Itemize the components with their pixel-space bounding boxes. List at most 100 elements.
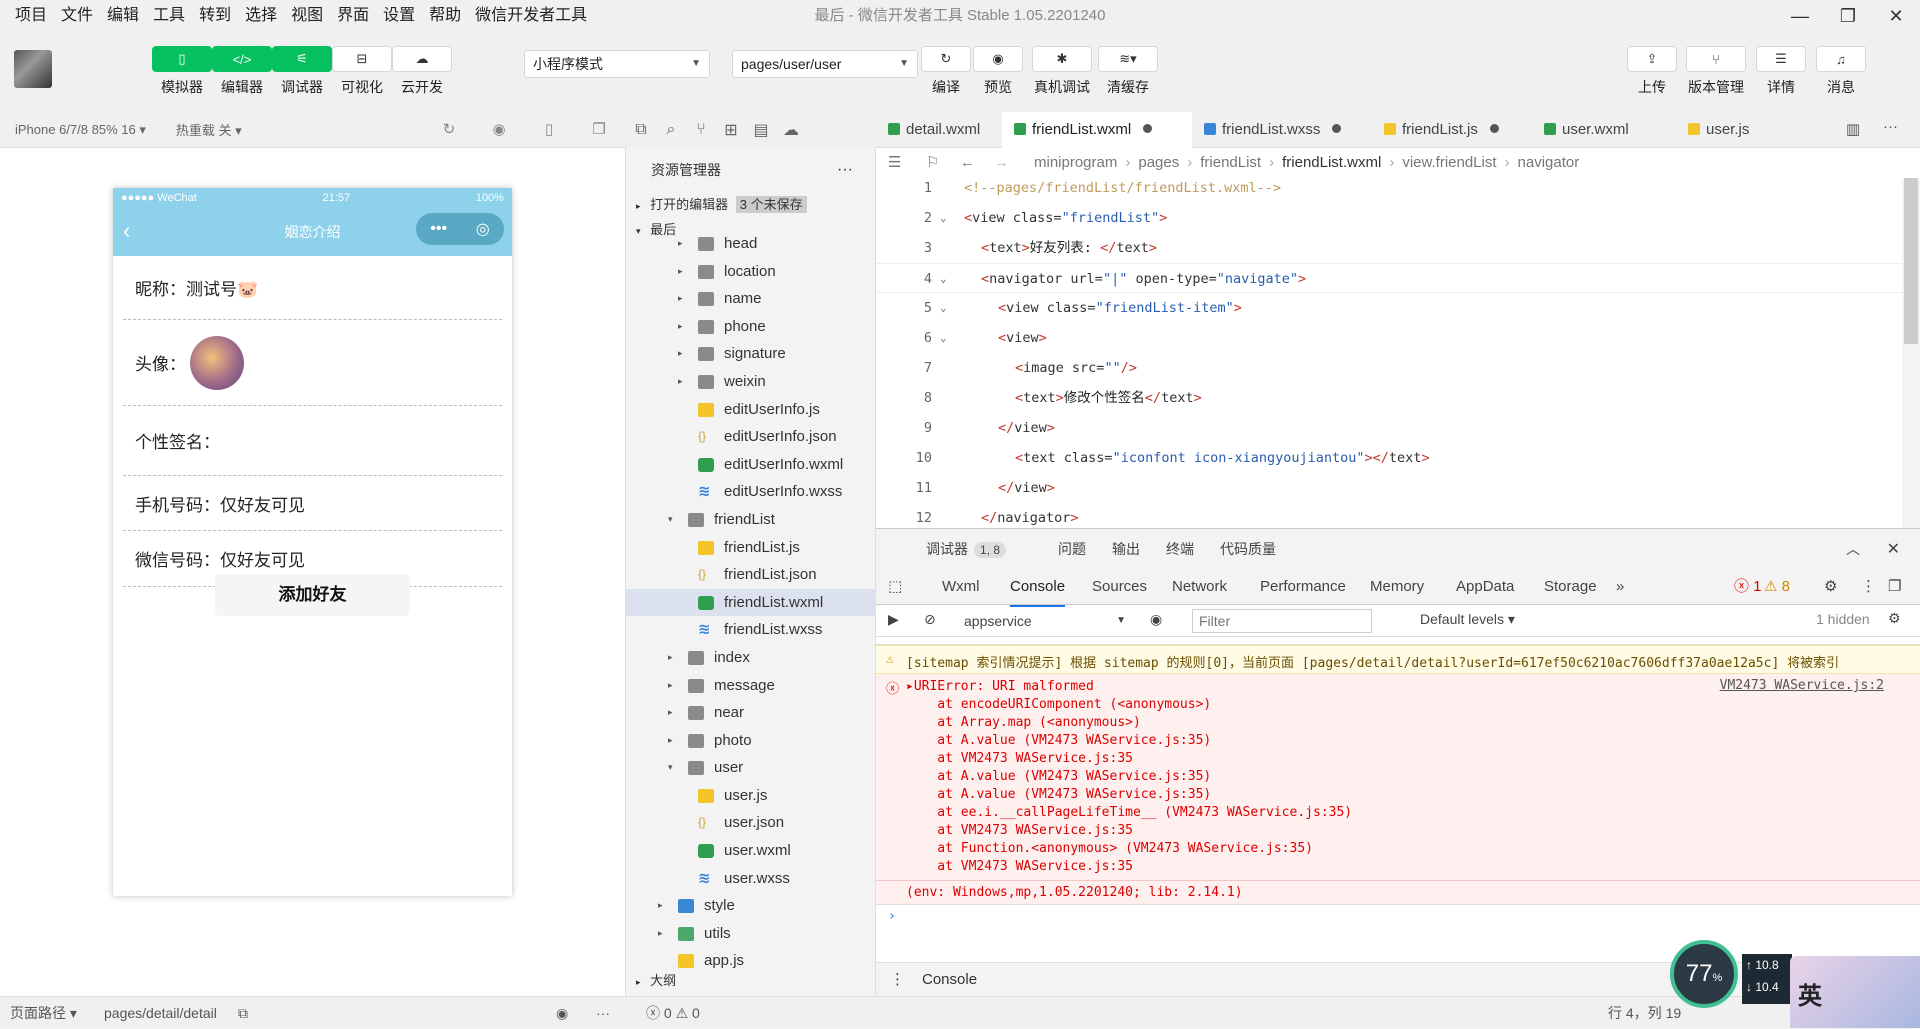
fold-chevron-icon[interactable]: ⌄ xyxy=(940,323,947,353)
device-icon[interactable]: ▯ xyxy=(540,121,558,139)
code-line[interactable]: 6 ⌄ <view> xyxy=(876,323,1906,353)
profile-row[interactable]: 昵称：测试号🐷 xyxy=(123,256,502,320)
stack-frame[interactable]: at Array.map (<anonymous>) xyxy=(906,714,1880,732)
outline-section[interactable]: ▸ 大纲 xyxy=(626,968,875,993)
toolbar-button-branch[interactable]: ⑂ 版本管理 xyxy=(1686,46,1746,97)
toolbar-button-cloud[interactable]: ☁ 云开发 xyxy=(392,46,452,97)
toolbar-button-menu[interactable]: ☰ 详情 xyxy=(1756,46,1806,97)
code-line[interactable]: 12 </navigator> xyxy=(876,503,1906,528)
panel-tab[interactable]: 代码质量 xyxy=(1220,541,1276,557)
close-window-icon[interactable]: ✕ xyxy=(1872,0,1920,32)
code-line[interactable]: 2 ⌄ <view class="friendList"> xyxy=(876,203,1906,233)
editor-tab[interactable]: friendList.js xyxy=(1372,112,1532,148)
devtools-tab-wxml[interactable]: Wxml xyxy=(942,569,980,605)
menu-item[interactable]: 编辑 xyxy=(100,0,146,32)
breadcrumb-item[interactable]: friendList xyxy=(1200,154,1261,171)
folder-item[interactable]: ▸ phone xyxy=(626,313,875,341)
stack-frame[interactable]: at VM2473 WAService.js:35 xyxy=(906,822,1880,840)
devtools-tab-appdata[interactable]: AppData xyxy=(1456,569,1514,605)
file-item[interactable]: ≋ editUserInfo.wxss xyxy=(626,478,875,506)
fold-chevron-icon[interactable]: ⌄ xyxy=(940,293,947,323)
capsule-menu[interactable]: ••• ◎ xyxy=(416,213,504,245)
profile-row[interactable]: 个性签名： xyxy=(123,406,502,476)
file-item[interactable]: ≋ friendList.wxss xyxy=(626,616,875,644)
profile-row[interactable]: 手机号码：仅好友可见 xyxy=(123,476,502,531)
menu-item[interactable]: 项目 xyxy=(8,0,54,32)
context-select[interactable]: appservice ▼ xyxy=(964,610,1132,632)
file-item[interactable]: {} editUserInfo.json xyxy=(626,423,875,451)
code-line[interactable]: 10 <text class="iconfont icon-xiangyoujia… xyxy=(876,443,1906,473)
menu-item[interactable]: 文件 xyxy=(54,0,100,32)
scroll-thumb[interactable] xyxy=(1904,178,1918,344)
rotate-icon[interactable]: ↻ xyxy=(440,121,458,139)
menu-item[interactable]: 工具 xyxy=(146,0,192,32)
file-item[interactable]: {} user.json xyxy=(626,809,875,837)
forward-arrow-icon[interactable]: → xyxy=(994,148,1009,178)
settings-icon[interactable]: ⚙ xyxy=(1824,569,1837,605)
stack-frame[interactable]: at VM2473 WAService.js:35 xyxy=(906,750,1880,768)
editor-tab[interactable]: friendList.wxss xyxy=(1192,112,1372,148)
inspect-icon[interactable]: ⬚ xyxy=(888,569,902,605)
breadcrumb-item[interactable]: view.friendList xyxy=(1402,154,1496,171)
folder-item[interactable]: ▸ signature xyxy=(626,340,875,368)
cursor-position[interactable]: 行 4，列 19 xyxy=(1608,997,1681,1029)
menu-item[interactable]: 视图 xyxy=(284,0,330,32)
warn-count[interactable]: ⚠ 8 xyxy=(1764,569,1790,605)
folder-item[interactable]: ▸ style xyxy=(626,892,875,920)
error-count[interactable]: ⓧ 1 xyxy=(1734,569,1762,605)
stack-frame[interactable]: at encodeURIComponent (<anonymous>) xyxy=(906,696,1880,714)
capsule-close-icon[interactable]: ◎ xyxy=(476,219,490,239)
stop-icon[interactable]: ◉ xyxy=(490,121,508,139)
search-icon[interactable]: ⌕ xyxy=(656,121,686,139)
folder-item[interactable]: ▾ friendList xyxy=(626,506,875,534)
folder-item[interactable]: ▸ head xyxy=(626,230,875,258)
folder-item[interactable]: ▾ user xyxy=(626,754,875,782)
user-avatar[interactable] xyxy=(14,50,52,88)
menu-item[interactable]: 微信开发者工具 xyxy=(468,0,594,32)
unsaved-dot-icon[interactable] xyxy=(1489,124,1499,133)
folder-item[interactable]: ▸ message xyxy=(626,672,875,700)
panel-tab[interactable]: 问题 xyxy=(1058,541,1086,557)
file-item[interactable]: friendList.wxml xyxy=(626,588,875,617)
files-icon[interactable]: ⧉ xyxy=(626,121,656,139)
folder-item[interactable]: ▸ location xyxy=(626,258,875,286)
folder-item[interactable]: ▸ near xyxy=(626,699,875,727)
page-path-select[interactable]: 页面路径 ▾ xyxy=(10,997,77,1029)
console-filter-input[interactable] xyxy=(1192,609,1372,633)
eye-icon[interactable]: ◉ xyxy=(556,997,568,1029)
devtools-tab-sources[interactable]: Sources xyxy=(1092,569,1147,605)
console-prompt[interactable]: › xyxy=(876,904,1920,928)
error-source-link[interactable]: VM2473 WAService.js:2 xyxy=(1720,678,1884,693)
window-icon[interactable]: ❐ xyxy=(590,121,608,139)
breadcrumb-item[interactable]: miniprogram xyxy=(1034,154,1117,171)
more-icon[interactable]: ··· xyxy=(596,997,610,1029)
folder-item[interactable]: ▸ weixin xyxy=(626,368,875,396)
toolbar-button-layers[interactable]: ≋▾ 清缓存 xyxy=(1098,46,1158,97)
folder-item[interactable]: ▸ name xyxy=(626,285,875,313)
file-item[interactable]: friendList.js xyxy=(626,534,875,562)
unsaved-dot-icon[interactable] xyxy=(1332,124,1342,133)
maximize-icon[interactable]: ❐ xyxy=(1824,0,1872,32)
devtools-tab-network[interactable]: Network xyxy=(1172,569,1227,605)
file-item[interactable]: editUserInfo.js xyxy=(626,396,875,424)
file-item[interactable]: user.js xyxy=(626,782,875,810)
editor-tab[interactable]: detail.wxml xyxy=(876,112,1002,148)
code-line[interactable]: 3 <text>好友列表: </text> xyxy=(876,233,1906,263)
clear-console-icon[interactable]: ⊘ xyxy=(924,611,936,628)
code-line[interactable]: 8 <text>修改个性签名</text> xyxy=(876,383,1906,413)
profile-avatar[interactable] xyxy=(190,335,244,390)
editor-tab[interactable]: friendList.wxml xyxy=(1002,112,1192,148)
stack-frame[interactable]: at Function.<anonymous> (VM2473 WAServic… xyxy=(906,840,1880,858)
stack-frame[interactable]: at A.value (VM2473 WAService.js:35) xyxy=(906,786,1880,804)
folder-item[interactable]: ▸ utils xyxy=(626,920,875,948)
more-icon[interactable]: ··· xyxy=(837,148,853,192)
toolbar-button-code[interactable]: </> 编辑器 xyxy=(212,46,272,97)
bookmark-icon[interactable]: ⚐ xyxy=(926,148,939,178)
split-editor-icon[interactable]: ▥ xyxy=(1846,120,1860,138)
close-icon[interactable]: ✕ xyxy=(1887,539,1900,559)
panel-tab[interactable]: 终端 xyxy=(1166,541,1194,557)
file-item[interactable]: user.wxml xyxy=(626,837,875,865)
add-friend-button[interactable]: 添加好友 xyxy=(215,574,410,616)
fold-chevron-icon[interactable]: ⌄ xyxy=(940,264,947,294)
toolbar-button-upload[interactable]: ⇪ 上传 xyxy=(1627,46,1677,97)
